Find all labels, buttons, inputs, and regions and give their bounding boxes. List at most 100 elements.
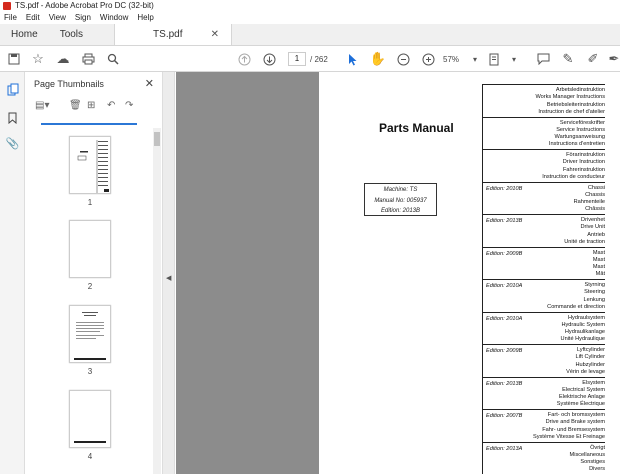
options-menu-icon[interactable]: ▤▾	[35, 100, 49, 111]
section-block: Arbetsledinstruktion Works Manager Instru…	[483, 84, 605, 117]
panel-collapse-handle[interactable]: ◀	[163, 72, 175, 474]
section-title-line: Instructions d'entretien	[548, 141, 605, 148]
bookmark-star-icon[interactable]: ☆	[30, 51, 46, 67]
collapse-arrow-icon: ◀	[166, 275, 172, 282]
manual-number: Manual No: 005937	[374, 197, 427, 204]
close-tab-icon[interactable]: ✕	[211, 29, 219, 40]
section-title-line: Mast	[592, 249, 605, 256]
section-title-line: Förarinstruktion	[566, 152, 605, 158]
section-edition: Edition: 2013B	[486, 218, 523, 224]
highlight-pen-icon[interactable]: ✎	[560, 51, 576, 67]
section-title-line: Divers	[589, 466, 605, 473]
zoom-in-icon[interactable]	[420, 51, 436, 67]
machine-info-box: Machine: TS Manual No: 005937 Edition: 2…	[364, 183, 437, 216]
section-title-line: Commande et direction	[547, 303, 605, 310]
section-title-line: Drive and Brake system	[545, 419, 605, 426]
next-page-icon[interactable]	[261, 51, 277, 67]
section-title-line: Elsystem	[582, 379, 605, 386]
menu-file[interactable]: File	[4, 13, 17, 22]
attachments-paperclip-icon[interactable]: 📎	[5, 136, 20, 151]
page-thumbnail-4[interactable]	[69, 390, 111, 448]
section-title-line: Antrieb	[587, 231, 605, 238]
tab-document-label: TS.pdf	[153, 29, 183, 40]
section-edition: Edition: 2007B	[486, 413, 523, 419]
section-title-line: Serviceföreskrifter	[559, 119, 605, 126]
machine-label: Machine: TS	[383, 187, 418, 193]
section-block: Förarinstruktion Driver Instruction Fahrer…	[483, 149, 605, 182]
hand-tool-icon[interactable]: ✋	[370, 51, 386, 67]
section-title-line: Lift Cylinder	[575, 354, 605, 361]
section-edition: Edition: 2010A	[486, 315, 523, 322]
menu-view[interactable]: View	[49, 13, 66, 22]
section-title-line: Système Électrique	[556, 401, 605, 408]
draw-pen-icon[interactable]: ✐	[585, 51, 601, 67]
page-thumbnail-2[interactable]	[69, 220, 111, 278]
section-title-line: Elektrische Anlage	[558, 394, 605, 401]
section-title-line: Chassis	[585, 191, 605, 198]
section-title-line: Drive Unit	[580, 224, 605, 231]
section-title-line: Mast	[592, 256, 605, 263]
tab-tools[interactable]: Tools	[49, 24, 94, 45]
select-cursor-icon[interactable]	[345, 51, 361, 67]
section-title-line: Système Vitesse Et Freinage	[532, 433, 605, 440]
rotate-left-icon[interactable]: ↶	[107, 100, 115, 111]
menu-sign[interactable]: Sign	[75, 13, 91, 22]
upload-cloud-icon[interactable]: ☁	[55, 51, 71, 67]
menu-help[interactable]: Help	[137, 13, 153, 22]
thumbnails-scrollbar[interactable]	[153, 128, 161, 474]
title-bar: TS.pdf - Adobe Acrobat Pro DC (32-bit)	[0, 0, 620, 11]
page-thumbnails-icon[interactable]	[5, 82, 20, 97]
section-block: Serviceföreskrifter Service Instructions W…	[483, 116, 605, 150]
toolbar: ☆ ☁ 1 / 262 ✋ 57% ▾ ▾ ✎ ✐ ✒	[0, 46, 620, 72]
section-title-line: Arbetsledinstruktion	[555, 87, 605, 93]
section-edition: Edition: 2010B	[486, 185, 523, 192]
bookmarks-icon[interactable]	[5, 110, 20, 125]
tab-document[interactable]: TS.pdf ✕	[114, 24, 233, 45]
section-edition: Edition: 2009B	[486, 250, 523, 257]
print-icon[interactable]	[80, 51, 96, 67]
section-edition: Edition: 2013A	[486, 445, 523, 452]
search-icon[interactable]	[105, 51, 121, 67]
rotate-right-icon[interactable]: ↷	[125, 100, 133, 111]
section-title-line: Fahr- und Bremsesystem	[542, 426, 605, 433]
section-block: Edition: 2010B Chassi Chassis Rahmenteile Ch…	[483, 181, 605, 215]
section-edition: Edition: 2009B	[486, 348, 523, 354]
section-title-line: Wartungsanweisung	[554, 134, 605, 141]
comment-icon[interactable]	[535, 51, 551, 67]
sign-icon[interactable]: ✒	[606, 51, 620, 67]
zoom-dropdown-icon[interactable]: ▾	[467, 51, 483, 67]
page-thumbnail-1[interactable]	[69, 136, 111, 194]
menu-edit[interactable]: Edit	[26, 13, 40, 22]
section-title-line: Instruction de chef d'atelier	[538, 108, 605, 115]
section-title-line: Fart- och bromssystem	[547, 412, 605, 418]
thumbnail-label-1: 1	[87, 198, 93, 207]
section-index: Arbetsledinstruktion Works Manager Instru…	[482, 84, 605, 474]
zoom-out-icon[interactable]	[395, 51, 411, 67]
section-title-line: Miscellaneous	[569, 451, 605, 458]
section-block: Edition: 2013B Elsystem Electrical System E…	[483, 376, 605, 410]
section-block: Edition: 2010A Hydraulsystem Hydraulic Sys…	[483, 311, 605, 345]
page-number-input[interactable]: 1	[288, 52, 306, 66]
delete-page-icon[interactable]: 🗑	[69, 100, 82, 111]
menu-window[interactable]: Window	[100, 13, 128, 22]
previous-page-icon[interactable]	[236, 51, 252, 67]
section-block: Edition: 2009B Lyftcylinder Lift Cylinder H…	[483, 344, 605, 377]
page-thumbnail-3[interactable]	[69, 305, 111, 363]
page-fit-icon[interactable]	[486, 51, 502, 67]
section-title-line: Hydraulikanlage	[564, 329, 605, 336]
scrollbar-thumb[interactable]	[154, 132, 160, 146]
section-title-line: Mât	[595, 271, 605, 278]
section-title-line: Electrical System	[562, 386, 605, 393]
section-title-line: Lyftcylinder	[576, 347, 605, 353]
insert-page-icon[interactable]: ⊞	[87, 100, 95, 111]
close-panel-icon[interactable]: ✕	[145, 77, 154, 90]
document-view[interactable]: Parts Manual Machine: TS Manual No: 0059…	[176, 72, 620, 474]
section-title-line: Chassi	[587, 184, 605, 191]
fit-dropdown-icon[interactable]: ▾	[506, 51, 522, 67]
section-edition: Edition: 2010A	[486, 283, 523, 289]
section-title-line: Instruction de conducteur	[542, 173, 605, 180]
tab-home[interactable]: Home	[0, 24, 49, 45]
zoom-level[interactable]: 57%	[443, 55, 459, 64]
save-icon[interactable]	[6, 51, 22, 67]
section-title-line: Works Manager Instructions	[535, 94, 605, 101]
